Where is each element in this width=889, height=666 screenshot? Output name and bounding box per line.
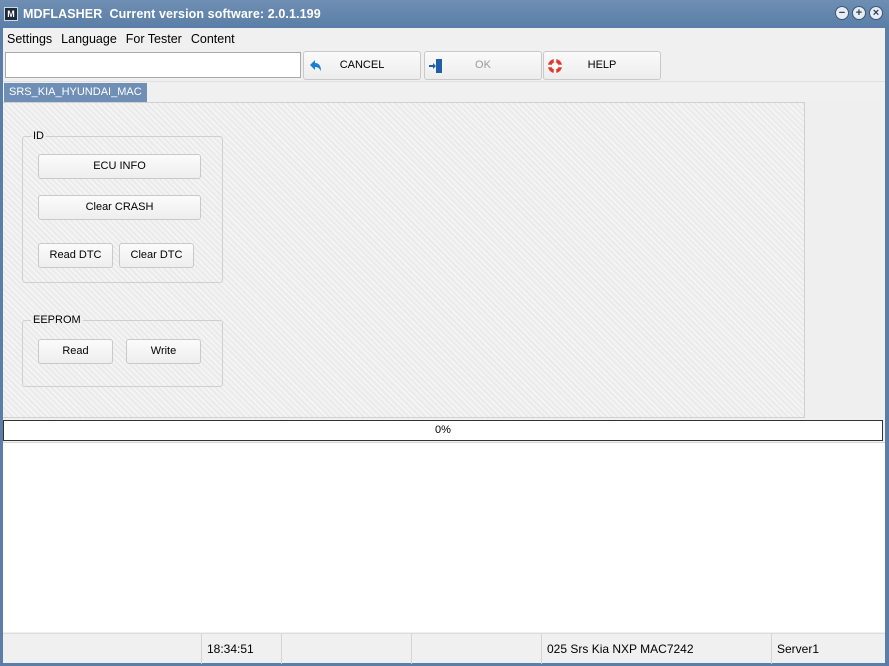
main-panel: ID ECU INFO Clear CRASH Read DTC Clear D…	[3, 102, 805, 418]
ok-label: OK	[475, 59, 491, 71]
ok-button[interactable]: OK	[424, 51, 542, 80]
cancel-label: CANCEL	[339, 59, 385, 71]
window-frame-right	[885, 28, 889, 666]
id-group-title: ID	[33, 130, 44, 142]
eeprom-group-title: EEPROM	[33, 314, 81, 326]
help-button[interactable]: HELP	[543, 51, 661, 80]
eeprom-read-button[interactable]: Read	[38, 339, 113, 364]
title-bar: M MDFLASHER Current version software: 2.…	[0, 0, 889, 28]
ecu-info-button[interactable]: ECU INFO	[38, 154, 201, 179]
status-cell-empty-3	[411, 634, 541, 664]
command-input[interactable]	[5, 52, 301, 78]
status-time: 18:34:51	[201, 634, 281, 664]
toolbar: CANCEL OK HELP	[3, 49, 885, 82]
status-module: 025 Srs Kia NXP MAC7242	[541, 634, 771, 664]
lifebuoy-icon	[548, 59, 562, 73]
progress-bar: 0%	[3, 420, 883, 441]
clear-crash-button[interactable]: Clear CRASH	[38, 195, 201, 220]
read-dtc-button[interactable]: Read DTC	[38, 243, 113, 268]
progress-label: 0%	[435, 424, 451, 436]
menu-content[interactable]: Content	[187, 32, 240, 46]
log-output-area[interactable]	[3, 442, 885, 632]
help-label: HELP	[587, 59, 617, 71]
window-title: MDFLASHER Current version software: 2.0.…	[23, 7, 321, 21]
cancel-button[interactable]: CANCEL	[303, 51, 421, 80]
version-text: Current version software: 2.0.1.199	[109, 7, 321, 21]
close-button[interactable]: ×	[869, 6, 883, 20]
app-logo-icon: M	[4, 7, 18, 21]
app-name: MDFLASHER	[23, 7, 103, 21]
eeprom-write-button[interactable]: Write	[126, 339, 201, 364]
menu-settings[interactable]: Settings	[3, 32, 57, 46]
status-cell-empty-1	[3, 634, 201, 664]
menu-bar: Settings Language For Tester Content	[3, 28, 885, 49]
status-bar: 18:34:51 025 Srs Kia NXP MAC7242 Server1	[3, 633, 885, 664]
menu-for-tester[interactable]: For Tester	[122, 32, 187, 46]
maximize-button[interactable]: +	[852, 6, 866, 20]
clear-dtc-button[interactable]: Clear DTC	[119, 243, 194, 268]
undo-arrow-icon	[310, 60, 321, 71]
status-server: Server1	[771, 634, 885, 664]
tab-srs-kia-hyundai-mac[interactable]: SRS_KIA_HYUNDAI_MAC	[4, 83, 147, 102]
minimize-button[interactable]: −	[835, 6, 849, 20]
menu-language[interactable]: Language	[57, 32, 122, 46]
right-side-pane	[805, 102, 885, 418]
status-cell-empty-2	[281, 634, 411, 664]
exit-door-icon	[429, 59, 442, 73]
